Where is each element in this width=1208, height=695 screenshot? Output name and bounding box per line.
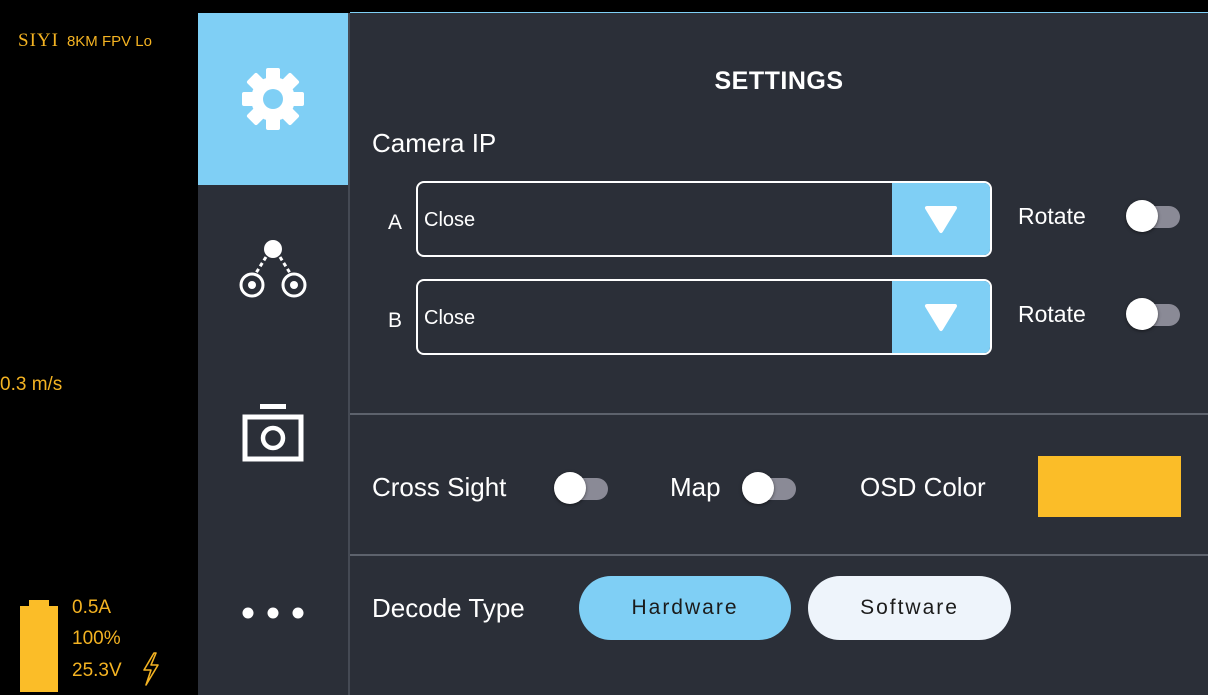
link-nodes-icon — [239, 240, 307, 298]
camera-a-select[interactable]: Close — [416, 181, 992, 257]
lightning-icon — [143, 652, 159, 686]
camera-a-dropdown-button[interactable] — [892, 183, 990, 255]
hardware-decode-button[interactable]: Hardware — [579, 576, 791, 640]
rotate-b-toggle[interactable] — [1126, 298, 1180, 330]
nav-item-more[interactable] — [198, 588, 348, 638]
camera-b-dropdown-button[interactable] — [892, 281, 990, 353]
software-decode-label: Software — [860, 596, 959, 619]
toggle-knob — [742, 472, 774, 504]
nav-column — [198, 13, 348, 695]
gear-icon — [242, 68, 304, 130]
voltage-readout: 25.3V — [72, 660, 122, 681]
battery-percent: 100% — [72, 628, 121, 649]
nav-item-link[interactable] — [198, 218, 348, 318]
map-label: Map — [670, 472, 721, 502]
toggle-knob — [554, 472, 586, 504]
camera-icon — [242, 404, 304, 462]
battery-icon — [20, 606, 58, 692]
chevron-down-icon — [925, 206, 957, 233]
camera-b-label: B — [388, 309, 403, 332]
section-divider — [350, 554, 1208, 556]
camera-b-value: Close — [424, 307, 476, 329]
more-dots-icon — [242, 607, 304, 619]
osd-brand: SIYI 8KM FPV Lo — [18, 30, 152, 52]
camera-a-label: A — [388, 211, 403, 234]
current-readout: 0.5A — [72, 597, 112, 618]
cross-sight-toggle[interactable] — [554, 472, 608, 504]
software-decode-button[interactable]: Software — [808, 576, 1011, 640]
page-title: SETTINGS — [714, 67, 844, 95]
section-divider — [350, 413, 1208, 415]
product-name: 8KM FPV Lo — [66, 33, 152, 50]
rotate-b-label: Rotate — [1018, 301, 1086, 327]
decode-type-label: Decode Type — [372, 593, 525, 623]
osd-color-swatch[interactable] — [1038, 456, 1181, 517]
nav-item-settings[interactable] — [198, 13, 348, 185]
osd-panel: SIYI 8KM FPV Lo 0.3 m/s 0.5A 100% 25.3V — [0, 0, 198, 695]
speed-readout: 0.3 m/s — [0, 374, 63, 395]
camera-b-select[interactable]: Close — [416, 279, 992, 355]
cross-sight-label: Cross Sight — [372, 472, 507, 502]
camera-a-value: Close — [424, 209, 476, 231]
toggle-knob — [1126, 200, 1158, 232]
settings-panel: SETTINGS Camera IP A Close Rotate B Clos… — [350, 13, 1208, 695]
camera-ip-label: Camera IP — [372, 128, 497, 158]
map-toggle[interactable] — [742, 472, 796, 504]
rotate-a-toggle[interactable] — [1126, 200, 1180, 232]
nav-item-camera[interactable] — [198, 393, 348, 473]
osd-color-label: OSD Color — [860, 472, 986, 502]
hardware-decode-label: Hardware — [631, 596, 739, 619]
chevron-down-icon — [925, 304, 957, 331]
toggle-knob — [1126, 298, 1158, 330]
brand-logo: SIYI — [18, 30, 59, 51]
rotate-a-label: Rotate — [1018, 203, 1086, 229]
